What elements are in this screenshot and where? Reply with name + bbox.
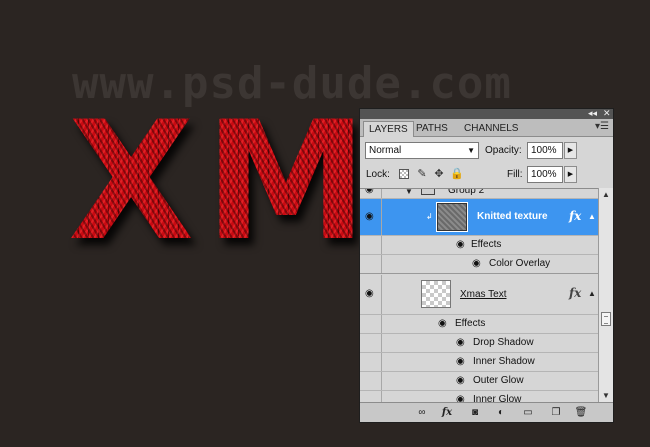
- lock-position-icon[interactable]: ✥: [433, 168, 445, 180]
- scroll-up-icon[interactable]: ▲: [599, 188, 613, 202]
- fill-label: Fill:: [507, 169, 523, 180]
- panel-bottom-toolbar: ∞ fx ◙ ◐ ▭ ❐ 🗑: [360, 402, 613, 422]
- tab-channels[interactable]: CHANNELS: [459, 121, 523, 137]
- blend-row: Normal ▼ Opacity: 100% ▶: [360, 139, 613, 161]
- layer-name[interactable]: Knitted texture: [477, 211, 548, 223]
- effects-label: Effects: [455, 318, 486, 329]
- eye-icon[interactable]: ◉: [438, 319, 447, 329]
- panel-tabs: LAYERS PATHS CHANNELS ▾☰: [360, 119, 613, 137]
- effect-row-inner-shadow[interactable]: ◉ Inner Shadow: [360, 353, 598, 372]
- folder-icon: [421, 189, 435, 195]
- chevron-up-icon[interactable]: ▲: [588, 289, 596, 298]
- chevron-down-icon[interactable]: ▼: [405, 189, 413, 196]
- eye-icon[interactable]: ◉: [365, 212, 374, 222]
- visibility-toggle[interactable]: ◉: [360, 199, 382, 235]
- adjustment-layer-icon[interactable]: ◐: [494, 406, 508, 419]
- scroll-down-icon[interactable]: ▼: [599, 389, 613, 403]
- effect-name: Outer Glow: [473, 375, 524, 386]
- watermark-text: www.psd-dude.com: [72, 58, 512, 109]
- chevron-down-icon: ▼: [467, 146, 475, 155]
- layer-row-knitted-texture[interactable]: ◉ ↲ Knitted texture fx ▲: [360, 199, 598, 236]
- eye-icon[interactable]: ◉: [456, 357, 465, 367]
- visibility-toggle[interactable]: ◉: [360, 275, 382, 314]
- fx-badge[interactable]: fx: [569, 209, 581, 223]
- fill-input[interactable]: 100%: [527, 166, 563, 183]
- link-layers-icon[interactable]: ∞: [415, 406, 429, 419]
- effect-row-color-overlay[interactable]: ◉ Color Overlay: [360, 255, 598, 274]
- effect-row-drop-shadow[interactable]: ◉ Drop Shadow: [360, 334, 598, 353]
- layer-list: ◉ ▼ Group 2 ◉ ↲ Knitted texture fx ▲ ◉ E…: [360, 188, 598, 403]
- effect-name: Inner Shadow: [473, 356, 535, 367]
- layer-list-scrollbar[interactable]: ▲ ▼: [598, 188, 613, 403]
- opacity-label: Opacity:: [485, 145, 522, 156]
- blend-mode-select[interactable]: Normal ▼: [365, 142, 479, 159]
- effect-name: Drop Shadow: [473, 337, 534, 348]
- trash-icon[interactable]: 🗑: [574, 406, 588, 419]
- double-arrow-left-icon[interactable]: ◂◂: [588, 108, 597, 118]
- lock-all-icon[interactable]: 🔒: [450, 168, 464, 180]
- effects-label: Effects: [471, 239, 502, 250]
- lock-paint-icon[interactable]: ✎: [416, 168, 428, 180]
- fx-badge[interactable]: fx: [569, 286, 581, 300]
- layer-name[interactable]: Xmas Text: [460, 289, 507, 301]
- layer-mask-icon[interactable]: ◙: [468, 406, 482, 419]
- effect-row-outer-glow[interactable]: ◉ Outer Glow: [360, 372, 598, 391]
- lock-transparency-icon[interactable]: [399, 169, 409, 179]
- tab-paths[interactable]: PATHS: [411, 121, 453, 137]
- fill-slider-button[interactable]: ▶: [564, 166, 577, 183]
- lock-label: Lock:: [366, 169, 390, 180]
- tab-layers[interactable]: LAYERS: [363, 121, 414, 137]
- eye-icon[interactable]: ◉: [456, 240, 465, 250]
- layer-name: Group 2: [448, 188, 485, 196]
- new-layer-icon[interactable]: ❐: [549, 406, 563, 419]
- eye-icon[interactable]: ◉: [456, 376, 465, 386]
- opacity-slider-button[interactable]: ▶: [564, 142, 577, 159]
- layer-row-xmas-text[interactable]: ◉ Xmas Text fx ▲: [360, 275, 598, 315]
- fx-add-style-icon[interactable]: fx: [440, 406, 454, 419]
- chevron-up-icon[interactable]: ▲: [588, 212, 596, 221]
- layer-thumbnail[interactable]: [421, 280, 451, 308]
- effects-row[interactable]: ◉ Effects: [360, 236, 598, 255]
- layers-panel: ◂◂ ✕ LAYERS PATHS CHANNELS ▾☰ Normal ▼ O…: [359, 108, 614, 423]
- opacity-input[interactable]: 100%: [527, 142, 563, 159]
- knitted-xmas-text: XMAS: [68, 108, 368, 256]
- eye-icon[interactable]: ◉: [365, 289, 374, 299]
- visibility-toggle[interactable]: ◉: [360, 189, 382, 198]
- effect-name: Color Overlay: [489, 258, 551, 269]
- layer-thumbnail[interactable]: [436, 202, 468, 232]
- eye-icon[interactable]: ◉: [456, 338, 465, 348]
- layer-row-group[interactable]: ◉ ▼ Group 2: [360, 188, 598, 199]
- new-group-icon[interactable]: ▭: [521, 406, 535, 419]
- panel-menu-icon[interactable]: ▾☰: [595, 121, 609, 132]
- clipping-arrow-icon: ↲: [426, 212, 433, 221]
- effects-row[interactable]: ◉ Effects: [360, 315, 598, 334]
- close-icon[interactable]: ✕: [603, 108, 611, 118]
- blend-mode-value: Normal: [369, 145, 402, 156]
- eye-icon[interactable]: ◉: [472, 259, 481, 269]
- scroll-thumb[interactable]: [601, 312, 611, 326]
- panel-titlebar[interactable]: ◂◂ ✕: [360, 108, 613, 119]
- lock-row: Lock: ✎ ✥ 🔒 Fill: 100% ▶: [360, 164, 613, 186]
- eye-icon[interactable]: ◉: [365, 189, 374, 195]
